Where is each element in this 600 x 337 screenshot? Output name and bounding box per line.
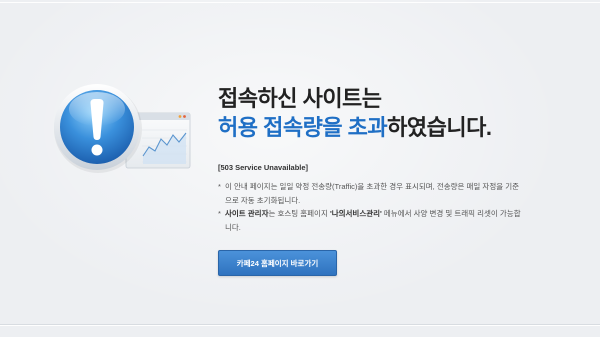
notice-segment: 는 호스팅 홈페이지 xyxy=(268,209,330,218)
error-illustration xyxy=(54,84,191,173)
notice-line: 으로 자동 초기화됩니다. xyxy=(225,195,301,205)
footer-rule xyxy=(0,324,600,325)
status-code: [503 Service Unavailable] xyxy=(218,163,309,172)
notice-segment: 메뉴에서 사양 변경 및 트래픽 리셋이 가능합 xyxy=(381,209,521,218)
window-dot-icon xyxy=(183,115,186,118)
exclamation-dot xyxy=(91,144,103,156)
menu-name: '나의서비스관리' xyxy=(329,209,382,218)
bullet-mark: * xyxy=(218,182,221,191)
page-title: 접속하신 사이트는 허용 접속량을 초과하였습니다. xyxy=(218,84,492,142)
cafe24-homepage-button[interactable]: 카페24 홈페이지 바로가기 xyxy=(218,250,337,276)
notice-line: 니다. xyxy=(225,222,241,232)
notice-line: 사이트 관리자는 호스팅 홈페이지 '나의서비스관리' 메뉴에서 사양 변경 및… xyxy=(225,207,590,221)
exclamation-circle-icon xyxy=(54,84,142,173)
notice-list: * 이 안내 페이지는 일일 약정 전송량(Traffic)을 초과한 경우 표… xyxy=(218,180,590,234)
notice-item-traffic: * 이 안내 페이지는 일일 약정 전송량(Traffic)을 초과한 경우 표… xyxy=(218,180,590,207)
admin-label: 사이트 관리자 xyxy=(225,209,269,218)
notice-text: 사이트 관리자는 호스팅 홈페이지 '나의서비스관리' 메뉴에서 사양 변경 및… xyxy=(225,207,590,234)
header-rule xyxy=(0,2,600,3)
title-line-2: 허용 접속량을 초과하였습니다. xyxy=(218,113,492,142)
title-rest: 하였습니다. xyxy=(387,115,492,140)
notice-item-admin: * 사이트 관리자는 호스팅 홈페이지 '나의서비스관리' 메뉴에서 사양 변경… xyxy=(218,207,590,234)
bullet-mark: * xyxy=(218,209,221,218)
notice-text: 이 안내 페이지는 일일 약정 전송량(Traffic)을 초과한 경우 표시되… xyxy=(225,180,590,207)
window-dot-icon xyxy=(178,115,182,118)
title-highlight: 허용 접속량을 초과 xyxy=(218,115,388,140)
notice-line: 이 안내 페이지는 일일 약정 전송량(Traffic)을 초과한 경우 표시되… xyxy=(225,182,520,191)
title-line-1: 접속하신 사이트는 xyxy=(218,86,382,111)
